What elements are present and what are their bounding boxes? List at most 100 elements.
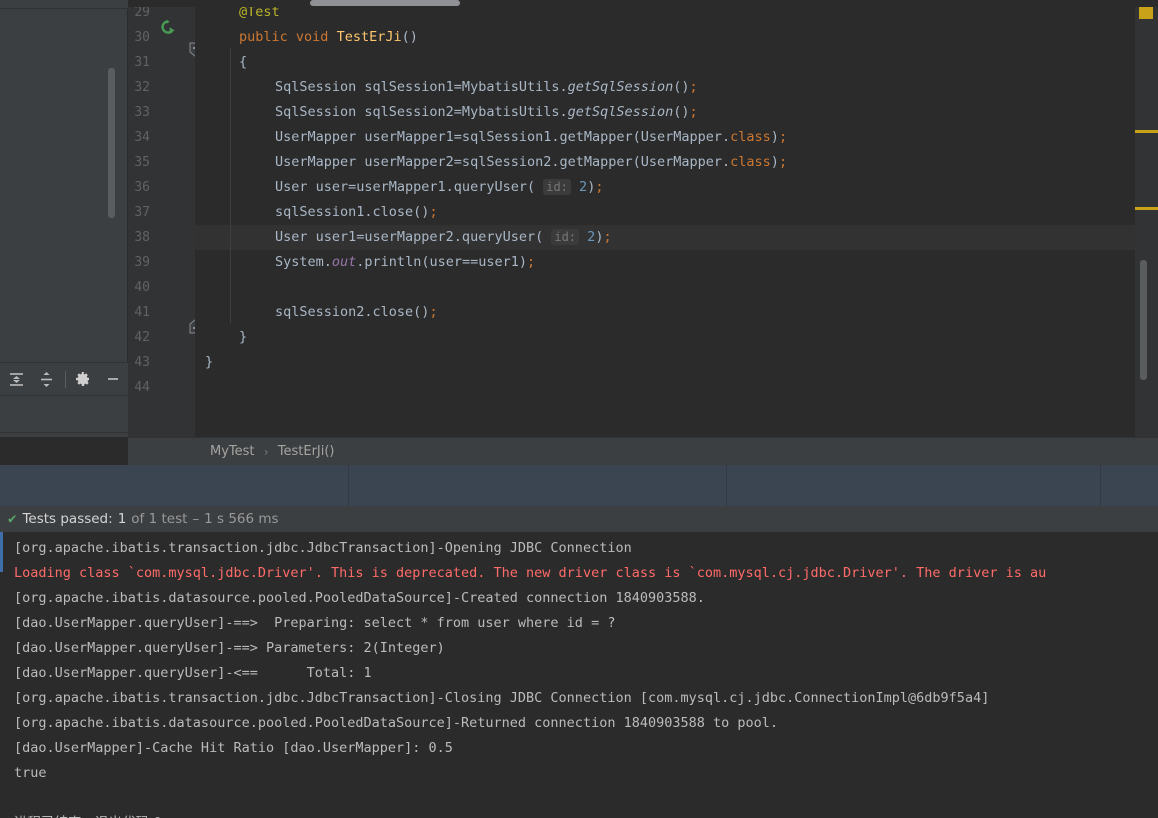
left-tool-panel [0, 0, 128, 437]
semicolon: ; [689, 104, 698, 120]
stmt-queryuser: User user=userMapper1.queryUser( [275, 179, 544, 195]
ide-window: 29 30 31 32 33 34 35 36 37 38 39 40 41 4… [0, 0, 1158, 818]
console-line-exit-code: 进程已结束，退出代码 0 [14, 811, 1158, 818]
line-number: 31 [134, 55, 150, 70]
line-number: 40 [134, 280, 150, 295]
parens: () [401, 29, 418, 45]
code-line-42: } [195, 325, 1158, 350]
minimize-icon[interactable] [98, 364, 128, 394]
band-divider [1100, 465, 1101, 506]
code-line-30: public void TestErJi() [195, 25, 1158, 50]
paren-close: ) [770, 129, 779, 145]
call-tail: () [673, 79, 690, 95]
inspection-warning-indicator[interactable] [1139, 5, 1153, 19]
line-number: 32 [134, 80, 150, 95]
editor-horizontal-scrollbar[interactable] [310, 0, 460, 6]
brace-close: } [239, 329, 248, 345]
call-getsqlsession: getSqlSession [567, 104, 674, 120]
line-number: 41 [134, 305, 150, 320]
left-panel-strip-lower [0, 396, 128, 433]
collapse-all-icon[interactable] [32, 364, 62, 394]
code-line-33: SqlSession sqlSession2=MybatisUtils.getS… [195, 100, 1158, 125]
breadcrumb-separator-icon: › [262, 444, 270, 459]
code-line-38: User user1=userMapper2.queryUser( id: 2)… [195, 225, 1158, 250]
line-number-column: 29 30 31 32 33 34 35 36 37 38 39 40 41 4… [128, 0, 195, 400]
editor-vertical-scrollbar[interactable] [1140, 260, 1147, 380]
expand-all-icon[interactable] [2, 364, 32, 394]
breadcrumb-item-class[interactable]: MyTest [210, 444, 255, 459]
semicolon: ; [778, 154, 788, 170]
console-line: [org.apache.ibatis.datasource.pooled.Poo… [14, 715, 779, 731]
stmt-println-head: System. [275, 254, 332, 270]
line-number: 42 [134, 330, 150, 345]
kw-void: void [295, 29, 329, 45]
settings-gear-icon[interactable] [68, 364, 98, 394]
code-line-41: sqlSession2.close(); [195, 300, 1158, 325]
stmt-close1: sqlSession1.close() [275, 204, 430, 220]
line-number: 44 [134, 380, 150, 395]
run-test-icon[interactable] [160, 19, 177, 36]
call-tail: () [673, 104, 690, 120]
console-line: Loading class `com.mysql.jdbc.Driver'. T… [14, 565, 1047, 581]
console-line: [org.apache.ibatis.transaction.jdbc.Jdbc… [14, 540, 632, 556]
editor-gutter[interactable]: 29 30 31 32 33 34 35 36 37 38 39 40 41 4… [128, 0, 195, 437]
type-sqlsession: SqlSession sqlSession1=MybatisUtils. [275, 79, 568, 95]
editor-region: 29 30 31 32 33 34 35 36 37 38 39 40 41 4… [0, 0, 1158, 465]
code-text-area[interactable]: @Test public void TestErJi() { SqlSessio… [195, 0, 1158, 437]
console-line: [dao.UserMapper.queryUser]-==> Parameter… [14, 640, 445, 656]
code-line-36: User user=userMapper1.queryUser( id: 2); [195, 175, 1158, 200]
line-number: 43 [134, 355, 150, 370]
param-hint-id: id: [551, 229, 580, 245]
kw-public: public [239, 29, 288, 45]
band-divider [348, 465, 349, 506]
left-panel-toolbar [0, 362, 128, 396]
stmt-queryuser2: User user1=userMapper2.queryUser( [275, 229, 552, 245]
tests-passed-count: 1 [117, 511, 127, 527]
kw-class: class [730, 129, 771, 145]
warning-marker-line[interactable] [1135, 207, 1158, 210]
console-region: ✔ Tests passed: 1 of 1 test – 1 s 566 ms… [0, 506, 1158, 818]
code-line-39: System.out.println(user==user1); [195, 250, 1158, 275]
console-line: [dao.UserMapper.queryUser]-==> Preparing… [14, 615, 616, 631]
console-line: [dao.UserMapper]-Cache Hit Ratio [dao.Us… [14, 740, 453, 756]
console-line: [dao.UserMapper.queryUser]-<== Total: 1 [14, 665, 372, 681]
line-number: 36 [134, 180, 150, 195]
brace-open: { [239, 54, 248, 70]
test-duration: 1 s 566 ms [204, 511, 279, 527]
breadcrumb[interactable]: MyTest › TestErJi() [128, 437, 1158, 465]
run-panel-header-band [0, 465, 1158, 506]
param-hint-id: id: [543, 179, 571, 195]
left-panel-top-strip [0, 0, 128, 9]
field-out: out [331, 254, 357, 270]
test-status-bar: ✔ Tests passed: 1 of 1 test – 1 s 566 ms [0, 506, 1158, 532]
left-panel-scrollbar[interactable] [108, 68, 115, 218]
brace-close-class: } [205, 354, 214, 370]
stmt-usermapper2: UserMapper userMapper2=sqlSession2.getMa… [275, 154, 731, 170]
warning-marker-line[interactable] [1135, 130, 1158, 133]
line-number: 38 [134, 230, 150, 245]
semicolon: ; [603, 229, 612, 245]
line-number: 34 [134, 130, 150, 145]
stmt-println-tail: .println(user==user1) [356, 254, 527, 270]
kw-class: class [730, 154, 771, 170]
code-line-32: SqlSession sqlSession1=MybatisUtils.getS… [195, 75, 1158, 100]
console-line: true [14, 765, 47, 781]
literal-2: 2 [579, 179, 588, 195]
code-line-35: UserMapper userMapper2=sqlSession2.getMa… [195, 150, 1158, 175]
line-number: 35 [134, 155, 150, 170]
indent-guide-line [230, 48, 231, 323]
console-line: [org.apache.ibatis.datasource.pooled.Poo… [14, 590, 705, 606]
console-line: [org.apache.ibatis.transaction.jdbc.Jdbc… [14, 690, 990, 706]
code-line-43: } [195, 350, 1158, 375]
check-mark-icon: ✔ [8, 511, 17, 527]
breadcrumb-item-method[interactable]: TestErJi() [278, 444, 335, 459]
console-output[interactable]: [org.apache.ibatis.transaction.jdbc.Jdbc… [0, 532, 1158, 818]
code-line-34: UserMapper userMapper1=sqlSession1.getMa… [195, 125, 1158, 150]
status-dash: – [192, 511, 200, 527]
semicolon: ; [689, 79, 698, 95]
